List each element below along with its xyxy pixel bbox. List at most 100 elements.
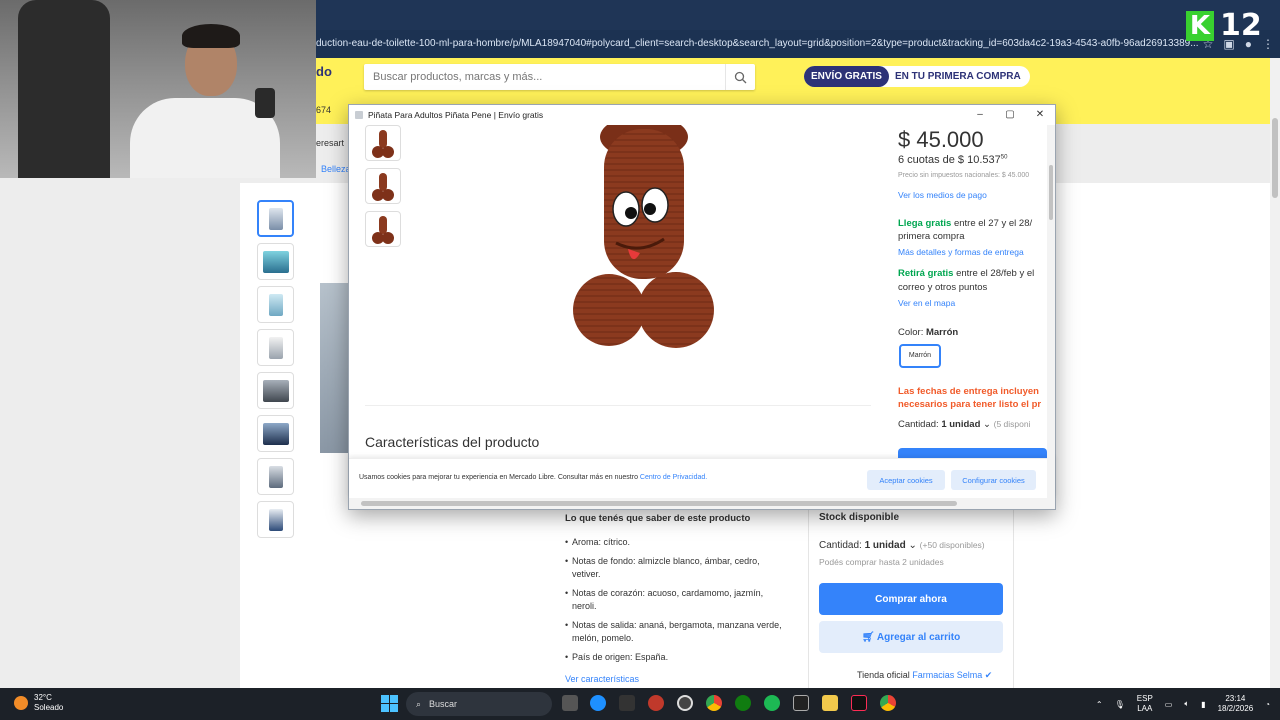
popup-thumbnail[interactable] [365,211,401,247]
search-icon[interactable] [725,64,755,90]
weather-widget[interactable]: 32°C Soleado [14,693,63,713]
search-input[interactable] [364,65,725,89]
sun-icon [14,696,28,710]
display-icon[interactable]: ▭ [1165,700,1173,709]
accept-cookies-button[interactable]: Aceptar cookies [867,470,945,490]
badge-number: 12 [1220,8,1262,43]
url-text[interactable]: duction-eau-de-toilette-100-ml-para-homb… [316,38,1199,49]
page-scrollbar-thumb[interactable] [1272,118,1278,198]
menu-icon[interactable]: ⋮ [1262,30,1274,58]
quantity-available: (+50 disponibles) [919,540,985,550]
clock-date: 18/2/2026 [1217,704,1254,713]
clock[interactable]: 23:14 18/2/2026 [1218,694,1254,714]
installments: 6 cuotas de $ 10.53750 [898,154,1007,166]
tiktok-icon[interactable] [851,695,867,711]
warning-line: necesarios para tener listo el pr [898,399,1042,410]
weather-condition: Soleado [34,703,64,712]
warning-line: Las fechas de entrega incluyen [898,386,1039,397]
popup-horizontal-scrollbar[interactable] [349,498,1055,509]
ml-logo[interactable]: do [316,64,332,79]
badge-letter: K [1186,10,1214,41]
popup-hscroll-thumb[interactable] [361,501,957,506]
quantity-value[interactable]: 1 unidad [865,540,906,551]
product-thumbnail[interactable] [257,372,294,409]
verified-icon: ✔ [984,670,993,680]
popup-titlebar[interactable]: Piñata Para Adultos Piñata Pene | Envío … [349,105,1055,125]
obs-icon[interactable] [677,695,693,711]
search-box[interactable] [364,64,755,90]
person-hair [182,24,240,48]
popup-quantity-selector[interactable]: Cantidad: 1 unidad ⌄ (5 disponi [898,419,1030,430]
product-thumbnail[interactable] [257,415,294,452]
color-label-text: Color: [898,327,924,338]
privacy-center-link[interactable]: Centro de Privacidad. [640,474,707,481]
cookie-message: Usamos cookies para mejorar tu experienc… [359,474,638,481]
buy-now-button[interactable]: Comprar ahora [819,583,1003,615]
product-thumbnail[interactable] [257,329,294,366]
chrome-icon[interactable] [706,695,722,711]
installments-text: 6 cuotas de $ 10.537 [898,154,1001,166]
ver-caracteristicas-link[interactable]: Ver características [565,674,639,684]
volume-icon[interactable]: 🔈︎ [1184,699,1189,709]
payment-methods-link[interactable]: Ver los medios de pago [898,190,987,200]
shipping-details-link[interactable]: Más detalles y formas de entrega [898,247,1024,257]
taskbar-search-label: Buscar [429,699,458,709]
cookie-text: Usamos cookies para mejorar tu experienc… [359,474,707,481]
windows-start-icon[interactable] [381,695,398,712]
popup-scrollbar-thumb[interactable] [1049,165,1053,220]
map-link[interactable]: Ver en el mapa [898,298,955,308]
chrome-icon-2[interactable] [880,695,896,711]
popup-buy-button[interactable] [898,448,1047,458]
chevron-down-icon[interactable]: ⌄ [983,419,991,430]
page-scrollbar[interactable] [1270,58,1280,688]
product-thumbnail[interactable] [257,243,294,280]
minimize-icon[interactable]: – [965,105,995,125]
notifications-icon[interactable]: ◔ [1265,700,1270,709]
popup-thumbnail[interactable] [365,125,401,161]
maximize-icon[interactable]: ▢ [995,105,1025,125]
pickup-info: Retirá gratis entre el 28/feb y el [898,268,1047,279]
promo-banner[interactable]: ENVÍO GRATIS EN TU PRIMERA COMPRA [804,66,1030,87]
file-explorer-icon[interactable] [822,695,838,711]
product-thumbnail[interactable] [257,501,294,538]
color-label: Color: Marrón [898,327,958,338]
quantity-selector[interactable]: Cantidad: 1 unidad ⌄ (+50 disponibles) [819,540,985,551]
category-link[interactable]: Belleza [321,164,351,174]
add-to-cart-button[interactable]: 🛒︎ Agregar al carrito [819,621,1003,653]
product-main-image[interactable] [320,283,348,453]
edge-icon[interactable] [590,695,606,711]
official-store[interactable]: Tienda oficial Farmacias Selma ✔ [857,670,992,681]
chevron-up-icon[interactable]: ⌃ [1096,700,1103,709]
app-icon[interactable] [619,695,635,711]
product-thumbnail[interactable] [257,286,294,323]
battery-icon[interactable]: ▮ [1201,700,1205,709]
shipping-dates: entre el 27 y el 28/ [953,218,1033,229]
language-indicator[interactable]: ESP LAA [1137,694,1153,714]
color-value: Marrón [925,327,959,338]
close-icon[interactable]: ✕ [1025,105,1055,125]
popup-vertical-scrollbar[interactable] [1047,125,1055,498]
nav-fragment[interactable]: eresart [316,138,344,148]
capcut-icon[interactable] [793,695,809,711]
pinata-product-image[interactable] [564,125,724,365]
spotify-icon[interactable] [764,695,780,711]
add-to-cart-label: Agregar al carrito [876,631,961,643]
task-view-icon[interactable] [562,695,578,711]
cookie-banner: Usamos cookies para mejorar tu experienc… [349,458,1055,498]
xbox-icon[interactable] [735,695,751,711]
configure-cookies-button[interactable]: Configurar cookies [951,470,1036,490]
record-app-icon[interactable] [648,695,664,711]
store-name-link[interactable]: Farmacias Selma [912,670,982,680]
popup-thumbnail[interactable] [365,168,401,204]
quantity-value[interactable]: 1 unidad [941,419,980,430]
feature-item: Notas de corazón: acuoso, cardamomo, jaz… [565,587,790,613]
quantity-label: Cantidad: [898,419,939,430]
product-thumbnail[interactable] [257,200,294,237]
promo-strong: ENVÍO GRATIS [804,66,889,87]
mic-icon[interactable]: 🎙︎ [1115,700,1125,709]
features-list: Aroma: cítrico. Notas de fondo: almizcle… [565,536,790,670]
product-thumbnail[interactable] [257,458,294,495]
taskbar-search[interactable]: ⌕ Buscar [406,692,552,716]
color-option-marron[interactable]: Marrón [899,344,941,368]
chevron-down-icon[interactable]: ⌄ [909,540,917,551]
